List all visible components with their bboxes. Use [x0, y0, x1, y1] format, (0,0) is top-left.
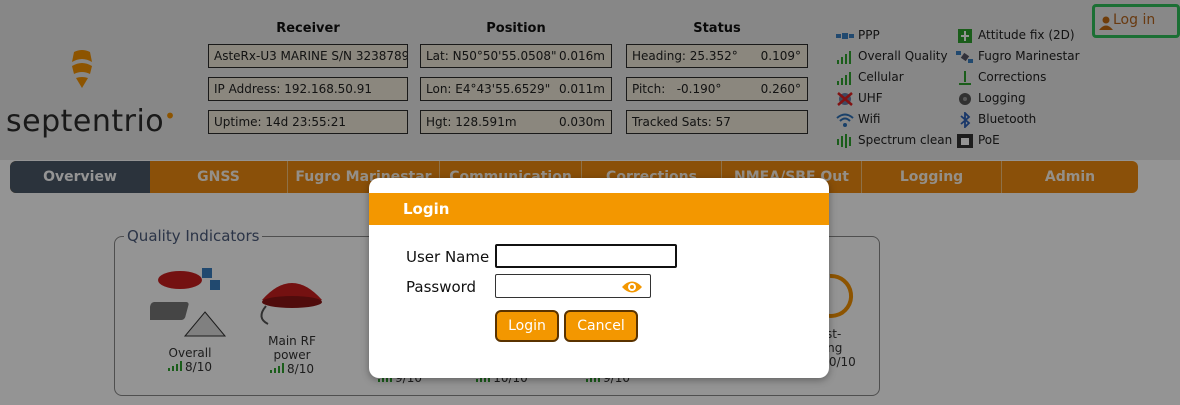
login-dialog: Login User Name Password Login Cancel [369, 178, 829, 378]
page: septentrio• Receiver AsteRx-U3 MARINE S/… [0, 0, 1180, 405]
username-field[interactable] [495, 244, 677, 268]
login-dialog-title: Login [369, 193, 829, 225]
username-label: User Name [406, 248, 490, 266]
login-button[interactable]: Login [495, 310, 559, 342]
cancel-button[interactable]: Cancel [564, 310, 638, 342]
show-password-icon[interactable] [621, 278, 643, 296]
password-label: Password [406, 278, 477, 296]
